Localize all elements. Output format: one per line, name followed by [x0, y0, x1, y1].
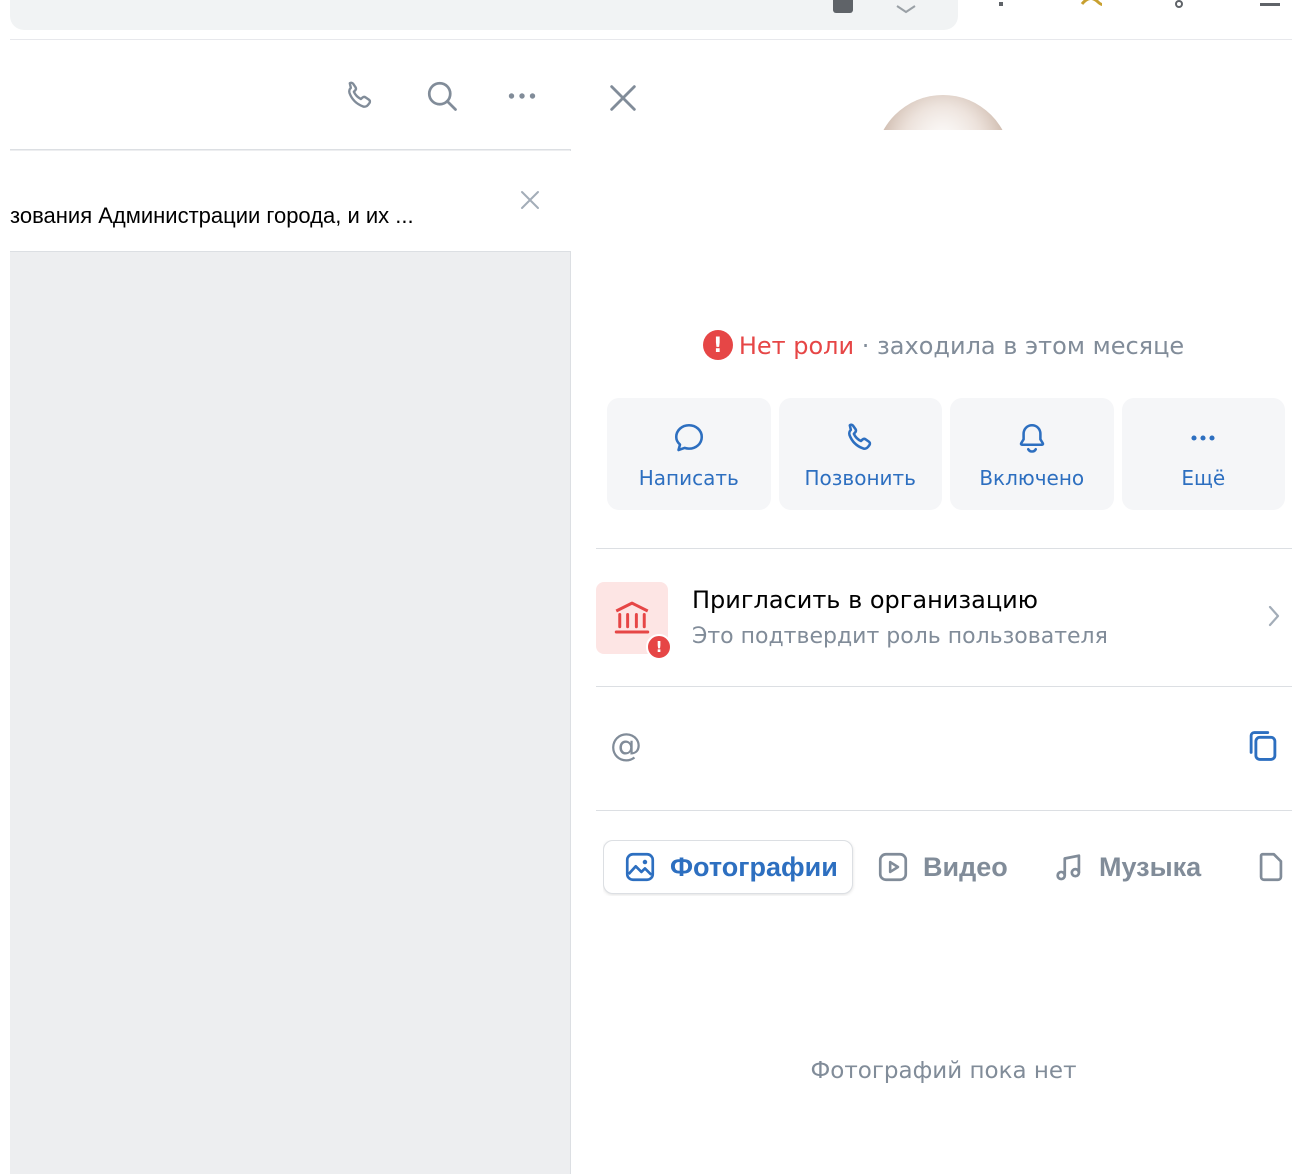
- video-icon: [878, 852, 908, 882]
- chat-header: [10, 40, 571, 150]
- notifications-label: Включено: [979, 466, 1085, 490]
- phone-icon: [848, 423, 872, 450]
- search-icon: [427, 81, 457, 111]
- profile-actions: Написать Позвонить Включено Ещё: [607, 398, 1285, 510]
- copy-icon: [1249, 731, 1277, 761]
- media-tabs: Фотографии Видео Музыка: [603, 840, 1292, 896]
- tab-video-label: Видео: [923, 851, 1008, 882]
- invite-to-organization-item[interactable]: ! Пригласить в организацию Это подтверди…: [596, 578, 1292, 668]
- chevron-right-icon: [1262, 600, 1286, 632]
- extension-icon[interactable]: [832, 0, 854, 14]
- invite-subtitle: Это подтвердит роль пользователя: [692, 624, 1108, 649]
- tab-photos[interactable]: Фотографии: [603, 840, 853, 894]
- browser-toolbar: [0, 0, 1292, 40]
- tab-music[interactable]: Музыка: [1051, 840, 1201, 894]
- more-button[interactable]: [502, 76, 542, 116]
- pinned-message[interactable]: зования Администрации города, и их ...: [10, 151, 571, 252]
- chat-column: зования Администрации города, и их ...: [10, 40, 571, 1174]
- tab-music-label: Музыка: [1099, 851, 1202, 882]
- message-icon: [674, 423, 703, 452]
- call-button[interactable]: [340, 76, 380, 116]
- write-message-button[interactable]: Написать: [607, 398, 771, 510]
- tab-video[interactable]: Видео: [875, 840, 1008, 894]
- avatar[interactable]: [873, 95, 1013, 130]
- status-last-seen: заходила в этом месяце: [877, 332, 1185, 360]
- profile-status: ! Нет роли · заходила в этом месяце: [571, 330, 1292, 362]
- tab-photos-label: Фотографии: [670, 851, 838, 882]
- divider: [596, 810, 1292, 811]
- call-user-label: Позвонить: [804, 466, 916, 490]
- divider: [596, 686, 1292, 687]
- window-edge: [0, 0, 10, 1174]
- file-icon: [1259, 852, 1283, 882]
- copy-button[interactable]: [1241, 724, 1285, 768]
- panel-close-button[interactable]: [601, 76, 645, 120]
- bookmark-icon[interactable]: [895, 0, 917, 14]
- divider: [596, 548, 1292, 549]
- app-window: зования Администрации города, и их ... !…: [0, 0, 1292, 1174]
- avatar-image: [875, 95, 1011, 130]
- profile-toolbar-icon[interactable]: [990, 0, 1012, 14]
- status-role: Нет роли: [738, 332, 855, 360]
- alert-icon: !: [702, 330, 733, 360]
- pinned-message-text: зования Администрации города, и их ...: [10, 203, 414, 228]
- at-sign-icon: @: [610, 726, 642, 764]
- pinned-close-button[interactable]: [515, 185, 545, 215]
- browser-extension-icon[interactable]: [1080, 0, 1102, 14]
- more-actions-button[interactable]: Ещё: [1121, 398, 1285, 510]
- bell-icon: [1019, 423, 1044, 453]
- search-button[interactable]: [422, 76, 462, 116]
- contact-row: @: [596, 708, 1292, 784]
- status-separator: ·: [861, 332, 870, 360]
- bank-icon: [614, 601, 650, 634]
- more-icon: [508, 93, 536, 99]
- invite-title: Пригласить в организацию: [692, 586, 1038, 614]
- more-actions-label: Ещё: [1181, 466, 1226, 490]
- tab-files[interactable]: [1253, 840, 1292, 894]
- empty-state-text: Фотографий пока нет: [810, 1058, 1077, 1084]
- invite-alert-badge: !: [646, 634, 672, 660]
- phone-icon: [348, 81, 372, 108]
- menu-icon[interactable]: [1258, 0, 1280, 14]
- more-icon: [1191, 435, 1215, 441]
- close-icon: [521, 191, 539, 209]
- download-icon[interactable]: [1168, 0, 1190, 14]
- call-user-button[interactable]: Позвонить: [778, 398, 942, 510]
- photo-icon: [625, 852, 655, 882]
- music-icon: [1056, 854, 1081, 881]
- profile-panel: ! Нет роли · заходила в этом месяце Напис…: [571, 40, 1292, 1174]
- close-icon: [610, 85, 636, 111]
- address-bar[interactable]: [10, 0, 958, 30]
- write-message-label: Написать: [638, 466, 739, 490]
- notifications-button[interactable]: Включено: [950, 398, 1114, 510]
